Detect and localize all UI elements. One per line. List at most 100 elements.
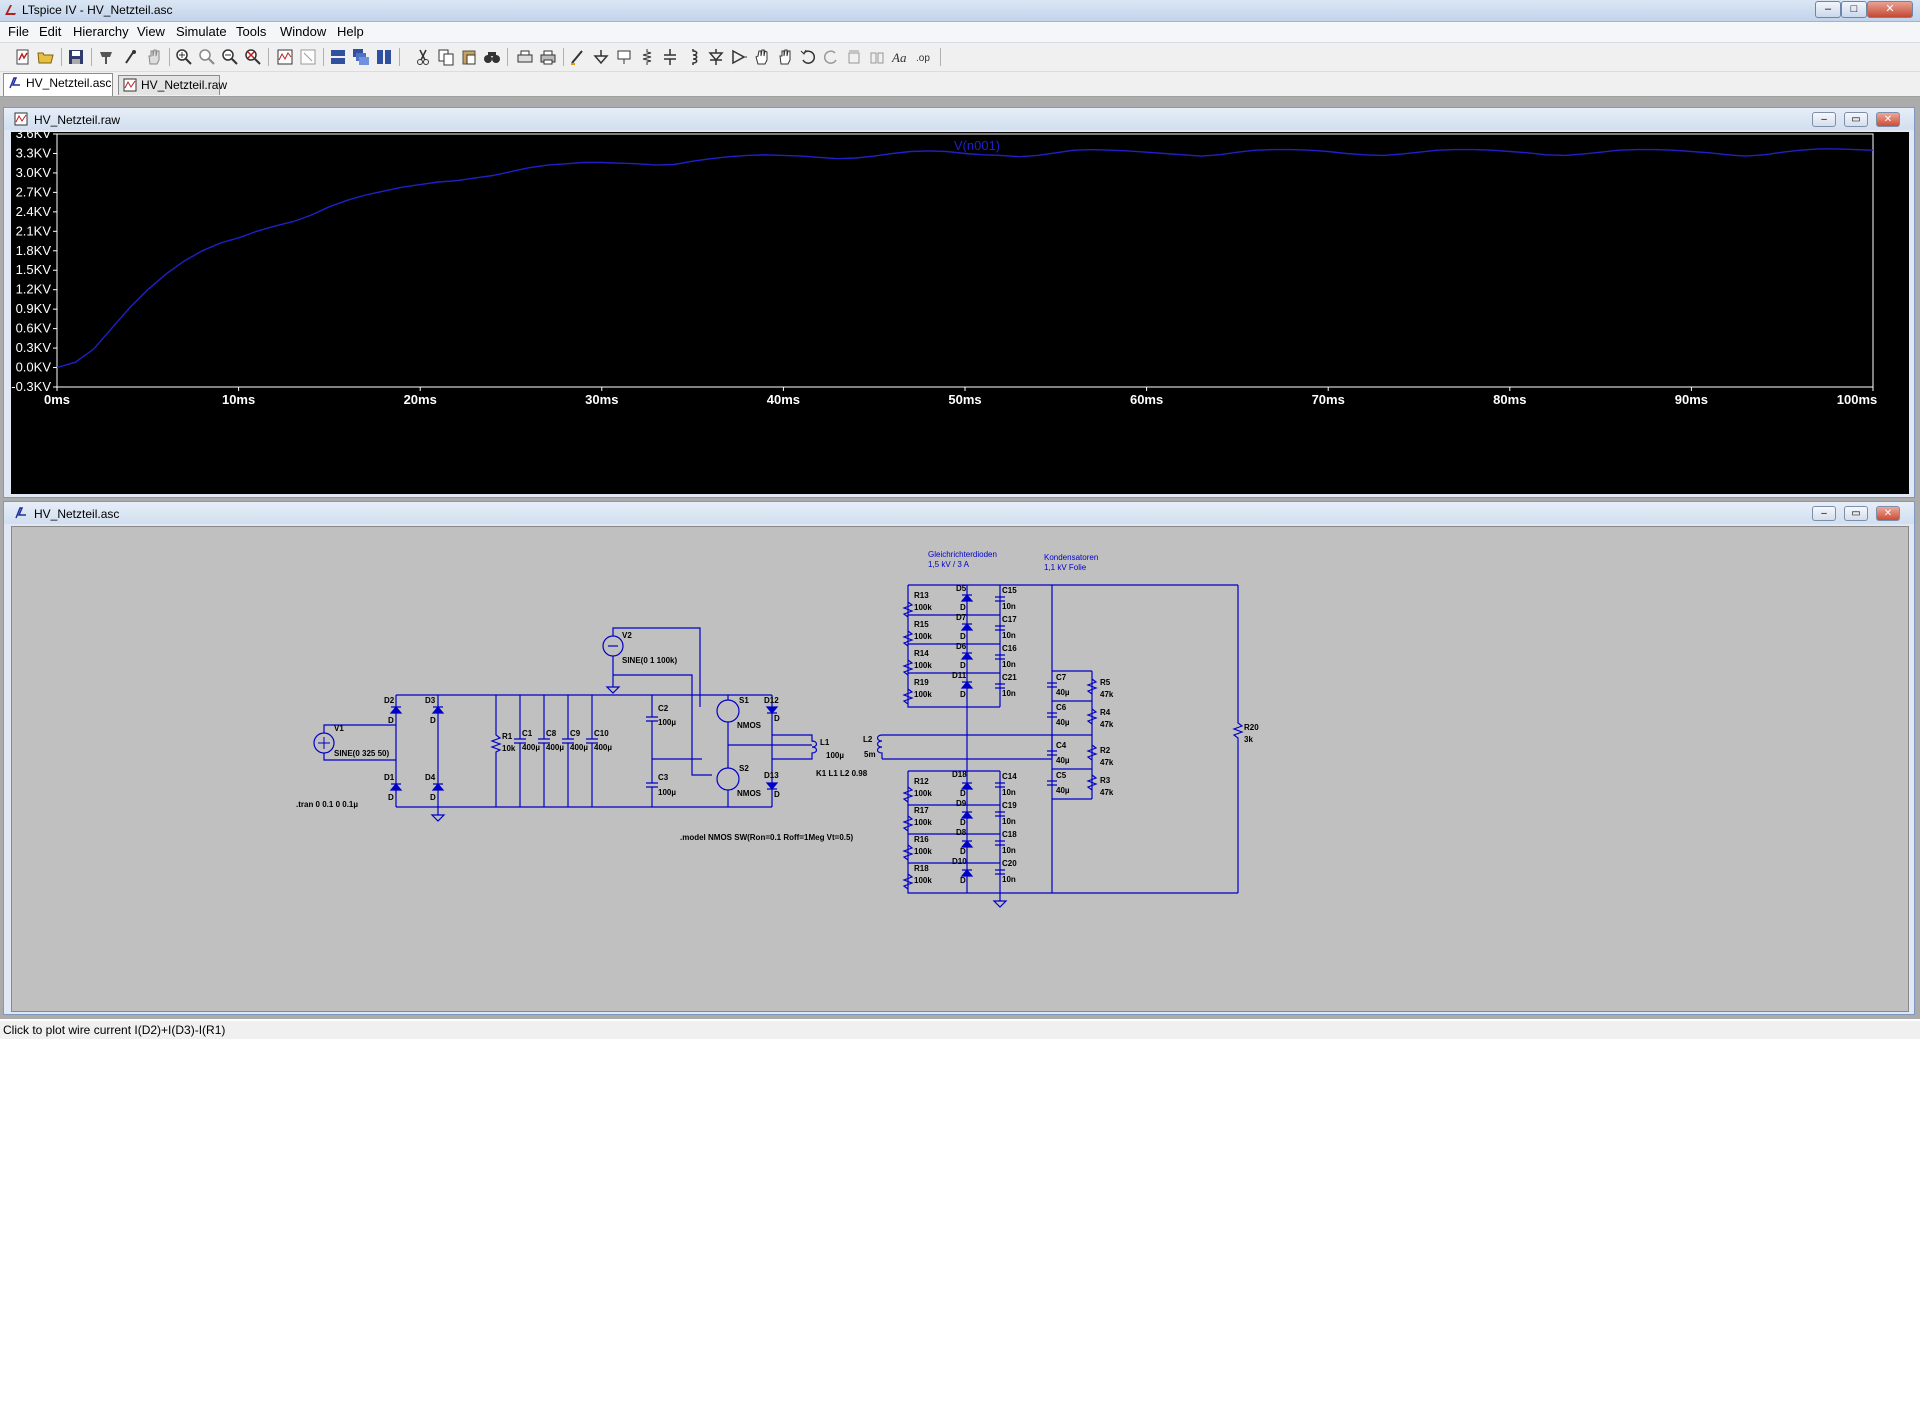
label-c15[interactable]: C15 <box>1002 586 1017 595</box>
inductor-icon[interactable] <box>684 48 702 66</box>
mirror-icon[interactable] <box>868 48 886 66</box>
diode-d13[interactable] <box>765 782 779 790</box>
label-r5-value[interactable]: 47k <box>1100 690 1114 699</box>
coupling-directive[interactable]: K1 L1 L2 0.98 <box>816 769 868 778</box>
label-l1[interactable]: L1 <box>820 738 830 747</box>
label-c3-value[interactable]: 100µ <box>658 788 676 797</box>
zoom-out-icon[interactable] <box>221 48 239 66</box>
label-r18[interactable]: R18 <box>914 864 929 873</box>
resistor-r1[interactable] <box>490 695 502 807</box>
delete-trace-icon[interactable] <box>299 48 317 66</box>
label-c4[interactable]: C4 <box>1056 741 1067 750</box>
autorange-icon[interactable] <box>276 48 294 66</box>
label-r2-value[interactable]: 47k <box>1100 758 1114 767</box>
draw-wire-icon[interactable] <box>569 48 587 66</box>
label-net-icon[interactable] <box>615 48 633 66</box>
label-c8[interactable]: C8 <box>546 729 557 738</box>
label-d9-value[interactable]: D <box>960 818 966 827</box>
label-r3[interactable]: R3 <box>1100 776 1111 785</box>
label-r1-value[interactable]: 10k <box>502 744 516 753</box>
label-s2[interactable]: S2 <box>739 764 749 773</box>
label-c16[interactable]: C16 <box>1002 644 1017 653</box>
label-r14[interactable]: R14 <box>914 649 929 658</box>
cascade-icon[interactable] <box>352 48 370 66</box>
label-r19[interactable]: R19 <box>914 678 929 687</box>
menu-edit[interactable]: Edit <box>39 24 61 39</box>
label-s2-model[interactable]: NMOS <box>737 789 762 798</box>
waveform-minimize-button[interactable]: – <box>1812 112 1836 127</box>
open-folder-icon[interactable] <box>37 48 55 66</box>
label-s1[interactable]: S1 <box>739 696 749 705</box>
inductor-l2[interactable] <box>876 734 883 759</box>
label-r16-value[interactable]: 100k <box>914 847 932 856</box>
label-c10-value[interactable]: 400µ <box>594 743 612 752</box>
label-c20[interactable]: C20 <box>1002 859 1017 868</box>
label-c1[interactable]: C1 <box>522 729 533 738</box>
drag-hand-icon[interactable] <box>776 48 794 66</box>
label-c6[interactable]: C6 <box>1056 703 1067 712</box>
tab-schematic[interactable]: HV_Netzteil.asc <box>3 73 113 96</box>
label-c9-value[interactable]: 400µ <box>570 743 588 752</box>
label-r4-value[interactable]: 47k <box>1100 720 1114 729</box>
label-c18-value[interactable]: 10n <box>1002 846 1016 855</box>
diode-d3[interactable] <box>431 706 445 714</box>
print-setup-icon[interactable] <box>516 48 534 66</box>
label-c7-value[interactable]: 40µ <box>1056 688 1070 697</box>
capacitor-icon[interactable] <box>661 48 679 66</box>
resistor-icon[interactable] <box>638 48 656 66</box>
label-d1-value[interactable]: D <box>388 793 394 802</box>
note-rectifier-sub[interactable]: 1,5 kV / 3 A <box>928 560 970 569</box>
switch-s1[interactable] <box>716 699 740 723</box>
label-c3[interactable]: C3 <box>658 773 669 782</box>
inductor-l1[interactable] <box>772 734 818 760</box>
label-r17[interactable]: R17 <box>914 806 929 815</box>
label-d6-value[interactable]: D <box>960 661 966 670</box>
diode-d2[interactable] <box>389 706 403 714</box>
label-c20-value[interactable]: 10n <box>1002 875 1016 884</box>
tab-waveform[interactable]: HV_Netzteil.raw <box>118 75 227 95</box>
label-c4-value[interactable]: 40µ <box>1056 756 1070 765</box>
halt-hand-icon[interactable] <box>145 48 163 66</box>
cut-icon[interactable] <box>414 48 432 66</box>
note-rectifier-title[interactable]: Gleichrichterdioden <box>928 550 997 559</box>
waveform-close-button[interactable]: ✕ <box>1876 112 1900 127</box>
label-d13[interactable]: D13 <box>764 771 779 780</box>
label-r19-value[interactable]: 100k <box>914 690 932 699</box>
trace-label[interactable]: V(n001) <box>954 138 1000 153</box>
label-c17-value[interactable]: 10n <box>1002 631 1016 640</box>
schematic-close-button[interactable]: ✕ <box>1876 506 1900 521</box>
model-directive[interactable]: .model NMOS SW(Ron=0.1 Roff=1Meg Vt=0.5) <box>680 833 853 842</box>
label-c14-value[interactable]: 10n <box>1002 788 1016 797</box>
label-d11-value[interactable]: D <box>960 690 966 699</box>
text-icon[interactable]: Aa <box>891 48 909 66</box>
redo-icon[interactable] <box>822 48 840 66</box>
label-r20[interactable]: R20 <box>1244 723 1259 732</box>
label-c15-value[interactable]: 10n <box>1002 602 1016 611</box>
label-s1-model[interactable]: NMOS <box>737 721 762 730</box>
menu-simulate[interactable]: Simulate <box>176 24 227 39</box>
label-l2[interactable]: L2 <box>863 735 873 744</box>
label-r18-value[interactable]: 100k <box>914 876 932 885</box>
label-d5[interactable]: D5 <box>956 584 967 593</box>
run-icon[interactable] <box>122 48 140 66</box>
label-r15-value[interactable]: 100k <box>914 632 932 641</box>
label-c2[interactable]: C2 <box>658 704 669 713</box>
label-r14-value[interactable]: 100k <box>914 661 932 670</box>
tile-vertical-icon[interactable] <box>375 48 393 66</box>
menu-help[interactable]: Help <box>337 24 364 39</box>
label-c18[interactable]: C18 <box>1002 830 1017 839</box>
diode-d1[interactable] <box>389 783 403 791</box>
label-r4[interactable]: R4 <box>1100 708 1111 717</box>
print-icon[interactable] <box>539 48 557 66</box>
maximize-button[interactable]: □ <box>1841 1 1867 18</box>
label-c5-value[interactable]: 40µ <box>1056 786 1070 795</box>
schematic-canvas[interactable]: Gleichrichterdioden 1,5 kV / 3 A Kondens… <box>11 526 1909 1012</box>
schematic-minimize-button[interactable]: – <box>1812 506 1836 521</box>
label-r5[interactable]: R5 <box>1100 678 1111 687</box>
plot-pane[interactable]: V(n001) 3.6KV 3.3KV 3.0KV 2.7KV 2.4KV 2.1KV 1.… <box>11 126 1909 494</box>
label-r15[interactable]: R15 <box>914 620 929 629</box>
menu-window[interactable]: Window <box>280 24 326 39</box>
label-c16-value[interactable]: 10n <box>1002 660 1016 669</box>
label-d11[interactable]: D11 <box>952 671 967 680</box>
label-c21-value[interactable]: 10n <box>1002 689 1016 698</box>
